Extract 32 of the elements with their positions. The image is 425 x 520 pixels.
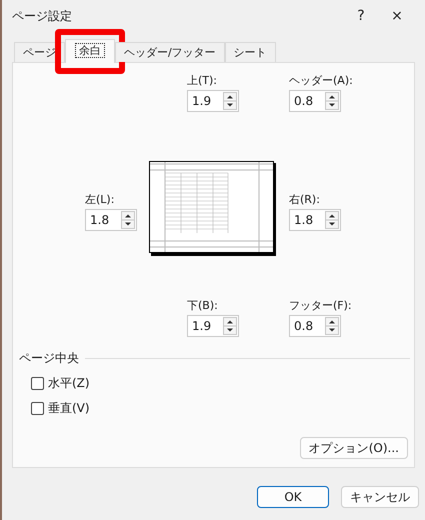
field-label: フッター(F):	[289, 298, 353, 313]
checkbox[interactable]	[31, 402, 44, 415]
close-button[interactable]: ×	[379, 8, 415, 24]
tab[interactable]: シート	[224, 42, 276, 62]
section-title: ページ中央	[19, 350, 79, 367]
spin-box[interactable]: 1.9	[187, 90, 239, 112]
options-button[interactable]: オプション(O)...	[300, 437, 408, 459]
spinner-arrows-icon[interactable]	[223, 92, 237, 110]
field-label: ヘッダー(A):	[289, 73, 353, 88]
spin-box[interactable]: 0.8	[289, 315, 341, 337]
spin-box[interactable]: 1.8	[85, 208, 137, 230]
window-title: ページ設定	[12, 8, 73, 24]
checkbox-label[interactable]: 水平(Z)	[48, 375, 90, 392]
field-label: 左(L):	[85, 192, 116, 206]
tab[interactable]: ヘッダー/フッター	[115, 42, 225, 62]
spin-box[interactable]: 1.8	[289, 208, 341, 230]
checkbox[interactable]	[31, 377, 44, 390]
help-button[interactable]: ?	[343, 8, 379, 24]
spin-box[interactable]: 0.8	[289, 90, 341, 112]
field-label: 右(R):	[289, 192, 321, 206]
ok-button[interactable]: OK	[257, 486, 329, 508]
cancel-button[interactable]: キャンセル	[341, 486, 419, 508]
checkbox-label[interactable]: 垂直(V)	[48, 400, 90, 417]
spin-box[interactable]: 1.9	[187, 315, 239, 337]
spinner-arrows-icon[interactable]	[325, 210, 339, 228]
tab[interactable]: 余白	[65, 39, 115, 63]
field-label: 上(T):	[187, 73, 218, 88]
spinner-arrows-icon[interactable]	[325, 92, 339, 110]
field-label: 下(B):	[187, 298, 219, 313]
spinner-arrows-icon[interactable]	[121, 210, 135, 228]
spinner-arrows-icon[interactable]	[325, 317, 339, 335]
spinner-arrows-icon[interactable]	[223, 317, 237, 335]
